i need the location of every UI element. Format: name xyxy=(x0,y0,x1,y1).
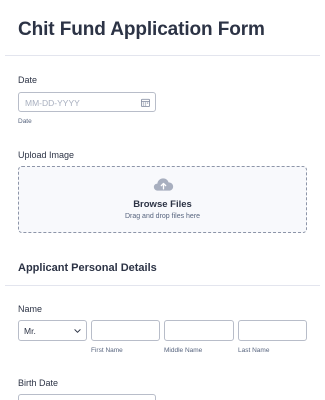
date-label: Date xyxy=(18,75,38,85)
form-title: Chit Fund Application Form xyxy=(18,19,265,40)
drag-drop-hint: Drag and drop files here xyxy=(124,213,201,220)
last-name-input[interactable] xyxy=(238,320,307,341)
chevron-down-icon xyxy=(74,329,81,333)
prefix-select[interactable]: Mr. xyxy=(18,320,87,341)
birth-date-input[interactable] xyxy=(18,394,156,400)
name-label: Name xyxy=(18,304,43,314)
upload-dropzone[interactable]: Browse Files Drag and drop files here xyxy=(18,166,307,233)
date-input[interactable]: MM-DD-YYYY xyxy=(18,92,156,112)
section-divider xyxy=(5,285,320,286)
birth-date-label: Birth Date xyxy=(18,378,59,388)
middle-name-sublabel: Middle Name xyxy=(164,347,203,354)
last-name-sublabel: Last Name xyxy=(238,347,270,354)
prefix-value: Mr. xyxy=(24,326,36,336)
calendar-icon[interactable] xyxy=(141,98,150,107)
title-divider xyxy=(5,55,320,56)
cloud-upload-icon xyxy=(153,178,174,191)
date-placeholder: MM-DD-YYYY xyxy=(25,98,80,108)
upload-label: Upload Image xyxy=(18,150,75,160)
first-name-input[interactable] xyxy=(91,320,160,341)
section-title: Applicant Personal Details xyxy=(18,262,157,274)
first-name-sublabel: First Name xyxy=(91,347,123,354)
middle-name-input[interactable] xyxy=(164,320,234,341)
date-sublabel: Date xyxy=(18,118,32,125)
browse-files-button[interactable]: Browse Files xyxy=(19,199,306,210)
